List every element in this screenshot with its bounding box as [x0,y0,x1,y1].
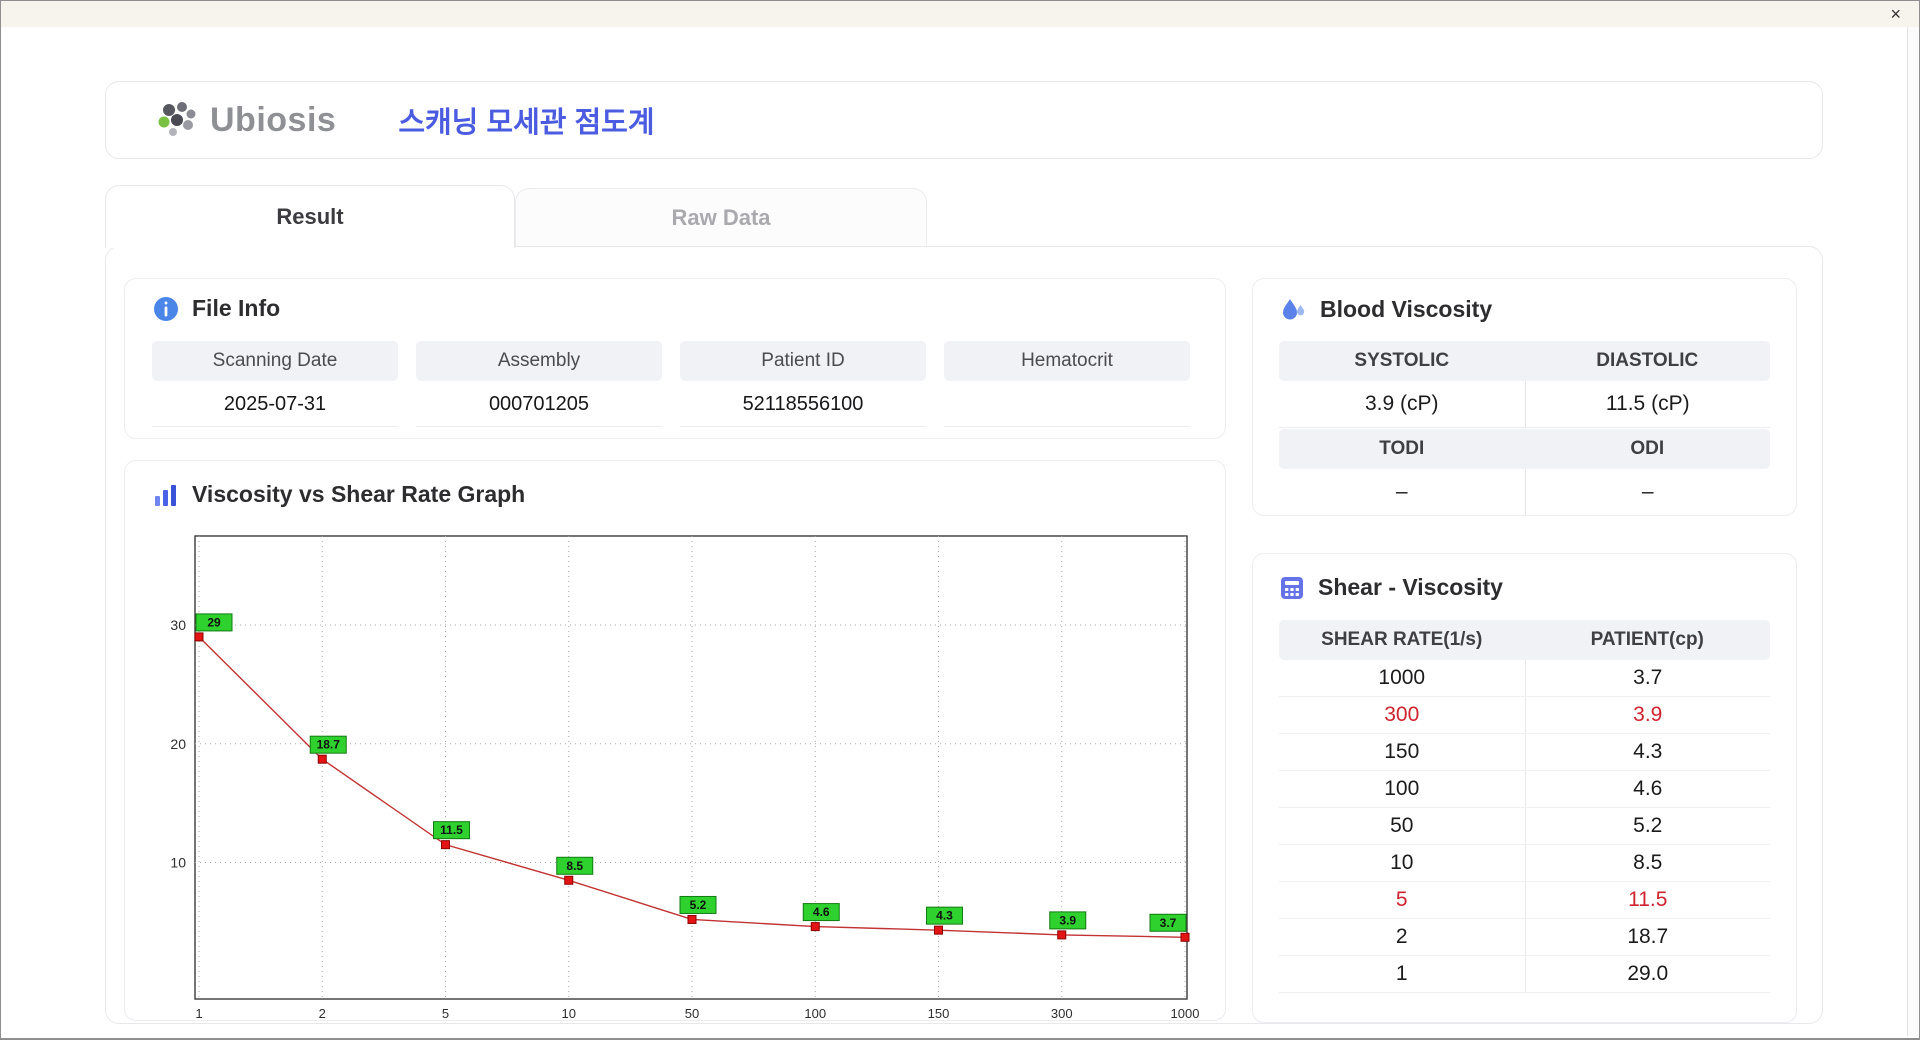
todi-value: – [1279,469,1525,516]
patient-cell: 4.3 [1524,734,1771,770]
shear-rate-cell: 1 [1395,962,1408,985]
svg-text:20: 20 [170,736,186,752]
table-row: 300 3.9 [1279,697,1770,734]
odi-value: – [1524,469,1770,516]
blood-viscosity-table: SYSTOLIC DIASTOLIC 3.9 (cP) 11.5 (cP) TO… [1279,341,1770,516]
field-label: Assembly [416,341,662,381]
patient-cell: 11.5 [1524,882,1771,918]
graph-card: Viscosity vs Shear Rate Graph 10 20 30 1 2 5 1… [124,460,1226,1021]
shear-rate-cell: 10 [1390,851,1414,874]
patient-cell: 8.5 [1524,845,1771,881]
diastolic-value: 11.5 (cP) [1524,381,1770,428]
patient-cell: 3.7 [1524,660,1771,696]
ubiosis-logo-icon [158,102,196,136]
field-hematocrit: Hematocrit [944,341,1190,427]
svg-text:300: 300 [1051,1006,1073,1021]
svg-text:18.7: 18.7 [317,738,341,752]
page-title: 스캐닝 모세관 점도계 [398,107,655,139]
patient-column-header: PATIENT(cp) [1590,629,1704,650]
table-header: SHEAR RATE(1/s) PATIENT(cp) [1279,620,1770,660]
field-patient-id: Patient ID 52118556100 [680,341,926,427]
field-label: Scanning Date [152,341,398,381]
shear-viscosity-card: Shear - Viscosity SHEAR RATE(1/s) PATIEN… [1252,553,1797,1023]
shear-table-body: 1000 3.7 300 3.9 150 4.3 100 4.6 50 5.2 10 8.5 5 11.5… [1279,660,1770,993]
shear-rate-cell: 100 [1384,777,1420,800]
brand-name: Ubiosis [210,100,337,139]
svg-text:4.3: 4.3 [936,909,953,923]
table-row: 10 8.5 [1279,845,1770,882]
shear-viscosity-title: Shear - Viscosity [1318,574,1503,600]
field-label: Hematocrit [944,341,1190,381]
field-scanning-date: Scanning Date 2025-07-31 [152,341,398,427]
shear-rate-cell: 1000 [1378,666,1426,689]
svg-text:5.2: 5.2 [690,898,707,912]
svg-text:3.7: 3.7 [1160,916,1177,930]
svg-text:8.5: 8.5 [566,859,583,873]
field-value [944,381,1190,427]
svg-text:5: 5 [442,1006,449,1021]
shear-rate-cell: 50 [1390,814,1414,837]
svg-text:50: 50 [685,1006,699,1021]
calculator-icon [1281,576,1303,599]
patient-cell: 18.7 [1524,919,1771,955]
field-assembly: Assembly 000701205 [416,341,662,427]
patient-cell: 4.6 [1524,771,1771,807]
shear-rate-cell: 2 [1395,925,1408,948]
graph-title: Viscosity vs Shear Rate Graph [192,481,526,507]
svg-text:3.9: 3.9 [1059,913,1076,927]
svg-text:150: 150 [928,1006,950,1021]
table-row: 1 29.0 [1279,956,1770,993]
svg-text:10: 10 [562,1006,576,1021]
header-card: Ubiosis 스캐닝 모세관 점도계 [105,81,1823,159]
field-value: 000701205 [416,381,662,427]
diastolic-label: DIASTOLIC [1596,350,1699,371]
patient-cell: 3.9 [1524,697,1771,733]
table-row: 150 4.3 [1279,734,1770,771]
table-row: 5 11.5 [1279,882,1770,919]
svg-text:4.6: 4.6 [813,905,830,919]
svg-text:29: 29 [207,615,221,629]
tab-result[interactable]: Result [105,185,515,248]
shear-rate-cell: 150 [1384,740,1420,763]
shear-rate-cell: 5 [1395,888,1408,911]
svg-text:10: 10 [170,854,186,870]
shear-rate-column-header: SHEAR RATE(1/s) [1321,629,1483,650]
table-row: 2 18.7 [1279,919,1770,956]
field-value: 2025-07-31 [152,381,398,427]
bar-chart-icon [155,484,176,506]
ubiosis-logo: Ubiosis [154,100,336,140]
app-window: × Ubiosis 스캐닝 모세관 점도계 Result Raw Data Fi… [0,0,1920,1040]
window-close-button[interactable]: × [1890,3,1901,25]
patient-cell: 29.0 [1524,956,1771,992]
svg-text:30: 30 [170,617,186,633]
shear-rate-cell: 300 [1384,703,1420,726]
shear-viscosity-table: SHEAR RATE(1/s) PATIENT(cp) 1000 3.7 300 3.… [1279,620,1770,993]
svg-text:1: 1 [195,1006,202,1021]
field-value: 52118556100 [680,381,926,427]
svg-text:2: 2 [319,1006,326,1021]
tab-raw-data[interactable]: Raw Data [515,188,927,247]
todi-label: TODI [1379,438,1425,459]
systolic-value: 3.9 (cP) [1279,381,1525,428]
blood-viscosity-card: Blood Viscosity SYSTOLIC DIASTOLIC 3.9 (… [1252,278,1797,516]
blood-viscosity-title: Blood Viscosity [1320,295,1493,322]
file-info-title: File Info [192,295,281,321]
viscosity-chart: 10 20 30 1 2 5 10 50 100 150 300 1000 29 18.7 11.5 8.5 5… [170,535,1200,1021]
table-row: 100 4.6 [1279,771,1770,808]
patient-cell: 5.2 [1524,808,1771,844]
content-panel: File Info Scanning Date 2025-07-31 Assem… [105,246,1823,1024]
odi-label: ODI [1630,438,1665,459]
droplet-icon [1283,299,1305,320]
scrollbar[interactable] [1907,27,1918,1036]
window-titlebar: × [1,1,1919,27]
svg-text:11.5: 11.5 [440,823,463,837]
table-row: 50 5.2 [1279,808,1770,845]
systolic-label: SYSTOLIC [1354,350,1450,371]
table-row: 1000 3.7 [1279,660,1770,697]
svg-text:100: 100 [804,1006,826,1021]
file-info-card: File Info Scanning Date 2025-07-31 Assem… [124,278,1226,439]
svg-text:1000: 1000 [1171,1006,1200,1021]
info-icon [154,296,178,321]
field-label: Patient ID [680,341,926,381]
